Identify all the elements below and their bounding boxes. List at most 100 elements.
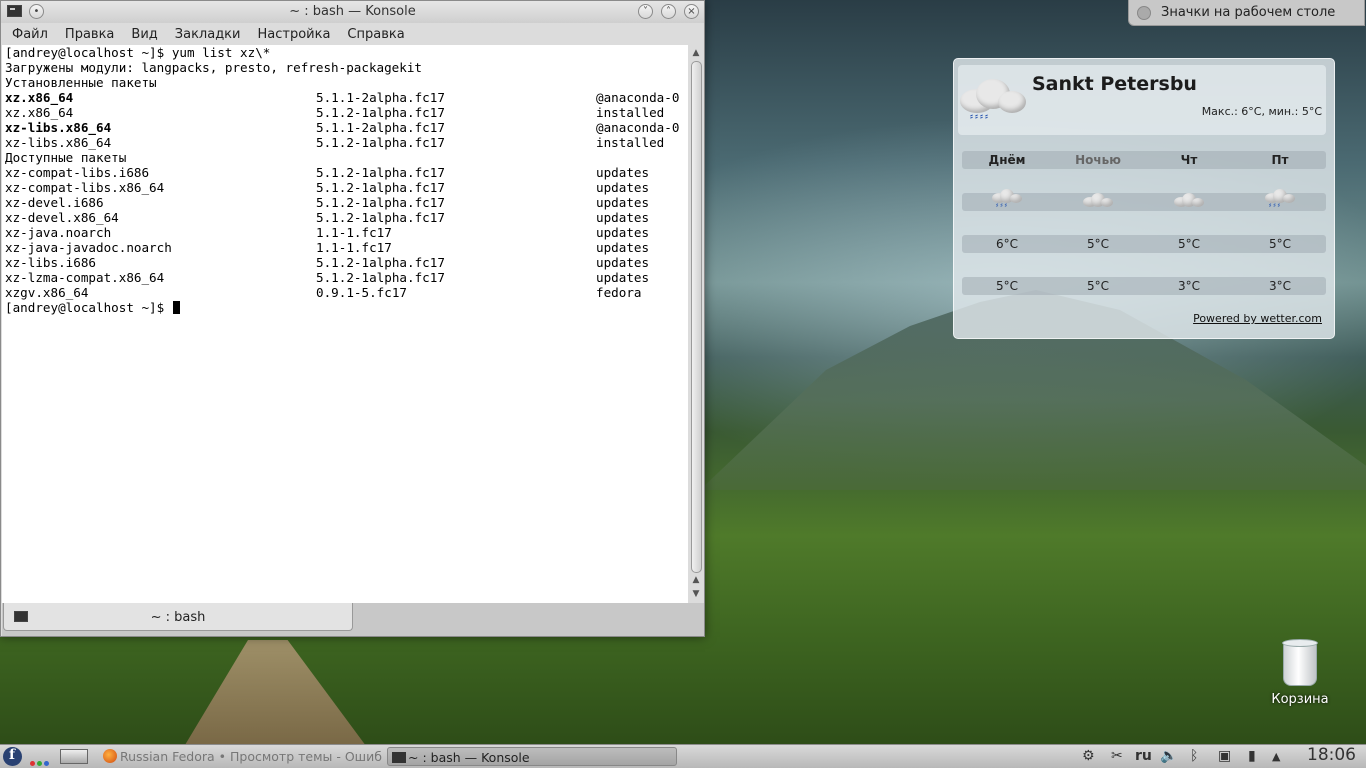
scroll-up-icon[interactable]: ▲	[690, 48, 702, 58]
package-row: xz-libs.x86_64 5.1.1-2alpha.fc17 @anaconda…	[2, 120, 688, 135]
installed-header: Установленные пакеты	[5, 75, 157, 90]
weather-day-label: Днём	[988, 153, 1026, 167]
desktop-folder-button[interactable]: Значки на рабочем столе	[1128, 0, 1365, 26]
package-row: xz-compat-libs.i686 5.1.2-1alpha.fc17 upda…	[2, 165, 688, 180]
package-repo: updates	[596, 255, 650, 270]
window-title: ~ : bash — Konsole	[289, 4, 416, 19]
package-version: 1.1-1.fc17	[316, 225, 392, 240]
trash-label: Корзина	[1271, 692, 1329, 707]
package-name: xz-lzma-compat.x86_64	[5, 270, 165, 285]
package-name: xz-devel.i686	[5, 195, 104, 210]
package-repo: fedora	[596, 285, 642, 300]
package-repo: updates	[596, 165, 650, 180]
task-label: Russian Fedora • Просмотр темы - Ошиб	[120, 749, 382, 764]
terminal-output[interactable]: [andrey@localhost ~]$ yum list xz\* Загр…	[2, 45, 688, 603]
package-name: xz.x86_64	[5, 90, 74, 105]
package-name: xz-java-javadoc.noarch	[5, 240, 172, 255]
tab-bash[interactable]: ~ : bash	[3, 603, 353, 631]
package-name: xz-libs.i686	[5, 255, 96, 270]
package-name: xz-compat-libs.x86_64	[5, 180, 165, 195]
package-version: 5.1.2-1alpha.fc17	[316, 105, 445, 120]
maximize-button[interactable]: ˄	[661, 4, 676, 19]
taskbar: Russian Fedora • Просмотр темы - Ошиб ~ …	[0, 744, 1366, 768]
clipboard-scissors-icon[interactable]: ✂	[1111, 748, 1123, 764]
package-version: 5.1.2-1alpha.fc17	[316, 165, 445, 180]
terminal-scrollbar[interactable]: ▲ ▲ ▼	[688, 45, 704, 603]
package-version: 5.1.2-1alpha.fc17	[316, 270, 445, 285]
battery-icon[interactable]: ▮	[1248, 748, 1256, 764]
package-repo: updates	[596, 210, 650, 225]
close-button[interactable]: ×	[684, 4, 699, 19]
prompt-text: [andrey@localhost ~]$	[5, 45, 172, 60]
package-version: 0.9.1-5.fc17	[316, 285, 407, 300]
weather-day-label: Ночью	[1075, 153, 1121, 167]
weather-day-label: Чт	[1180, 153, 1198, 167]
minimize-button[interactable]: ˅	[638, 4, 653, 19]
firefox-icon	[103, 749, 117, 763]
task-firefox[interactable]: Russian Fedora • Просмотр темы - Ошиб	[100, 747, 384, 766]
package-version: 5.1.1-2alpha.fc17	[316, 120, 445, 135]
package-row: xz-libs.x86_64 5.1.2-1alpha.fc17 installed	[2, 135, 688, 150]
weather-widget[interactable]: ⸗⸗⸗⸗ Sankt Petersbu Макс.: 6°C, мин.: 5°…	[953, 58, 1335, 339]
package-repo: updates	[596, 225, 650, 240]
package-name: xzgv.x86_64	[5, 285, 89, 300]
weather-icons-row: ⸗⸗⸗ ⸗⸗⸗	[962, 189, 1326, 211]
scrollbar-thumb[interactable]	[691, 61, 702, 573]
task-konsole[interactable]: ~ : bash — Konsole	[387, 747, 677, 766]
weather-low-temp: 3°C	[1268, 279, 1291, 293]
scroll-up-icon[interactable]: ▲	[690, 575, 702, 585]
weather-minmax: Макс.: 6°C, мин.: 5°C	[1201, 105, 1322, 118]
package-version: 5.1.2-1alpha.fc17	[316, 210, 445, 225]
scroll-down-icon[interactable]: ▼	[690, 589, 702, 599]
menu-edit[interactable]: Правка	[56, 27, 122, 42]
tab-label: ~ : bash	[150, 610, 206, 625]
menu-settings[interactable]: Настройка	[248, 27, 338, 42]
package-repo: updates	[596, 270, 650, 285]
available-header: Доступные пакеты	[5, 150, 127, 165]
activities-icon[interactable]	[30, 754, 52, 766]
menu-bookmarks[interactable]: Закладки	[166, 27, 249, 42]
keyboard-layout[interactable]: ru	[1135, 748, 1152, 764]
package-name: xz.x86_64	[5, 105, 74, 120]
konsole-icon	[392, 752, 406, 763]
weather-days-row: Днём Ночью Чт Пт	[962, 151, 1326, 169]
weather-high-temp: 5°C	[1086, 237, 1109, 251]
weather-high-temp: 6°C	[995, 237, 1018, 251]
package-row: xz-java.noarch 1.1-1.fc17 updates	[2, 225, 688, 240]
bluetooth-icon[interactable]: ᛒ	[1190, 748, 1198, 764]
fedora-menu-icon[interactable]	[3, 747, 22, 766]
konsole-window[interactable]: • ~ : bash — Konsole ˅ ˄ × Файл Правка В…	[0, 0, 705, 637]
package-version: 5.1.2-1alpha.fc17	[316, 195, 445, 210]
package-repo: @anaconda-0	[596, 120, 680, 135]
show-desktop-icon[interactable]	[60, 749, 88, 764]
plugins-line: Загружены модули: langpacks, presto, ref…	[5, 60, 423, 75]
menu-file[interactable]: Файл	[3, 27, 56, 42]
volume-icon[interactable]: 🔈	[1160, 748, 1177, 764]
network-icon[interactable]: ▣	[1218, 748, 1231, 764]
package-row: xz.x86_64 5.1.2-1alpha.fc17 installed	[2, 105, 688, 120]
clock[interactable]: 18:06	[1307, 745, 1356, 765]
command-text: yum list xz\*	[171, 45, 271, 60]
weather-low-temp: 3°C	[1177, 279, 1200, 293]
window-titlebar[interactable]: • ~ : bash — Konsole ˅ ˄ ×	[1, 1, 704, 23]
package-repo: installed	[596, 105, 665, 120]
package-row: xz-libs.i686 5.1.2-1alpha.fc17 updates	[2, 255, 688, 270]
wallpaper-path	[182, 640, 369, 744]
package-repo: updates	[596, 240, 650, 255]
menu-help[interactable]: Справка	[338, 27, 412, 42]
weather-day-label: Пт	[1271, 153, 1289, 167]
task-label: ~ : bash — Konsole	[408, 750, 530, 765]
menu-view[interactable]: Вид	[122, 27, 165, 42]
package-row: xz-lzma-compat.x86_64 5.1.2-1alpha.fc17 up…	[2, 270, 688, 285]
package-version: 5.1.2-1alpha.fc17	[316, 135, 445, 150]
tray-expand-icon[interactable]: ▲	[1272, 750, 1280, 763]
package-name: xz-libs.x86_64	[5, 135, 112, 150]
weather-low-row: 5°C 5°C 3°C 3°C	[962, 277, 1326, 295]
trash-desktop-icon[interactable]: Корзина	[1268, 639, 1332, 707]
desktop-folder-label: Значки на рабочем столе	[1161, 5, 1336, 20]
package-version: 5.1.2-1alpha.fc17	[316, 255, 445, 270]
settings-icon[interactable]: ⚙	[1082, 748, 1095, 764]
package-repo: installed	[596, 135, 665, 150]
terminal-line: Установленные пакеты	[2, 75, 688, 90]
weather-powered-link[interactable]: Powered by wetter.com	[1193, 312, 1322, 325]
